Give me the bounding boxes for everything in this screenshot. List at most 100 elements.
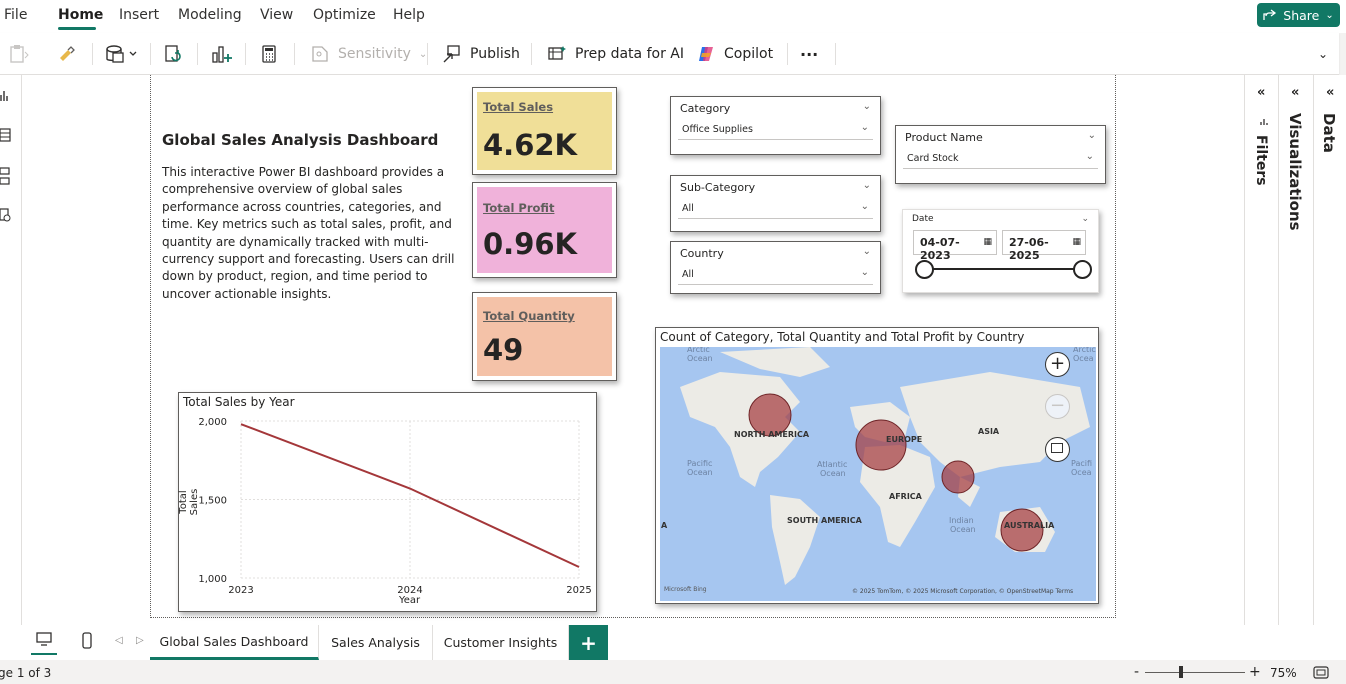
tab-customer-insights[interactable]: Customer Insights [433,625,569,660]
country-slicer[interactable]: Country ⌄ All ⌄ [670,241,881,294]
total-quantity-card[interactable]: Total Quantity 49 [472,292,617,381]
refresh-icon [165,45,181,62]
ribbon-divider [787,43,788,65]
map-label-atlantic: Atlantic Ocean [817,460,847,478]
copilot-button[interactable]: Copilot [696,33,773,75]
chevron-down-icon[interactable]: ⌄ [863,246,871,257]
category-dropdown[interactable]: Office Supplies ⌄ [678,120,873,140]
calendar-icon[interactable]: ▦ [983,237,992,247]
dropdown-value: All [682,203,694,214]
prev-page-icon[interactable]: ◁ [115,635,123,646]
paste-button[interactable] [8,33,30,75]
collapse-ribbon-button[interactable]: ⌄ [1318,33,1328,75]
product-name-dropdown[interactable]: Card Stock ⌄ [903,149,1098,169]
date-range-end-handle[interactable] [1073,260,1092,279]
map-bing-logo: Microsoft Bing [664,586,707,593]
dax-query-icon[interactable] [0,207,12,223]
country-map-visual[interactable]: Count of Category, Total Quantity and To… [655,327,1099,604]
map-label-pacific-left: Pacific Ocean [687,459,713,477]
mobile-icon[interactable] [80,632,94,650]
product-name-slicer[interactable]: Product Name ⌄ Card Stock ⌄ [895,125,1106,184]
map-label-edge-a: A [661,521,668,530]
zoom-level[interactable]: 75% [1270,666,1297,680]
map-select-button[interactable] [1045,437,1070,462]
subcategory-slicer[interactable]: Sub-Category ⌄ All ⌄ [670,175,881,232]
chevron-down-icon[interactable]: ⌄ [863,101,871,112]
date-range-start-handle[interactable] [915,260,934,279]
sensitivity-icon [312,46,328,62]
format-painter-button[interactable] [56,33,76,75]
menu-insert[interactable]: Insert [119,7,159,23]
desktop-view-button[interactable] [31,631,57,655]
model-view-icon[interactable] [0,167,12,185]
date-slicer[interactable]: Date ⌄ 04-07-2023 ▦ 27-06-2025 ▦ [902,209,1099,293]
add-page-button[interactable]: + [569,625,608,660]
ribbon-divider [197,43,198,65]
slicer-title: Category [680,102,731,115]
country-dropdown[interactable]: All ⌄ [678,265,873,285]
category-slicer[interactable]: Category ⌄ Office Supplies ⌄ [670,96,881,155]
slicer-title: Country [680,247,724,260]
copilot-icon [699,47,713,61]
share-button[interactable]: Share ⌄ [1257,3,1340,27]
report-view-icon[interactable] [0,87,12,103]
table-view-icon[interactable] [0,127,12,143]
chevron-down-icon[interactable]: ⌄ [1081,214,1089,224]
menu-optimize[interactable]: Optimize [313,7,376,23]
menu-help[interactable]: Help [393,7,425,23]
refresh-button[interactable] [163,33,183,75]
chevron-down-icon: ⌄ [1318,47,1329,61]
zoom-out-button[interactable]: − [1045,394,1070,419]
subcategory-dropdown[interactable]: All ⌄ [678,199,873,219]
map-bubble-europe [855,419,907,471]
new-visual-button[interactable] [211,33,233,75]
world-map[interactable]: Arctic Ocean Arctic Ocea NORTH AMERICA EUR… [660,347,1096,601]
menu-home[interactable]: Home [58,7,103,23]
publish-button[interactable]: Publish [442,33,520,75]
zoom-slider[interactable] [1145,672,1245,673]
prep-data-button[interactable]: Prep data for AI [547,33,684,75]
card-label: Total Sales [483,100,554,114]
tab-global-sales-dashboard[interactable]: Global Sales Dashboard [150,625,319,660]
end-date-input[interactable]: 27-06-2025 ▦ [1002,230,1086,262]
slicer-title: Product Name [905,131,983,144]
filters-pane-label: Filters [1253,135,1269,186]
calendar-icon[interactable]: ▦ [1072,237,1081,247]
zoom-in-control[interactable]: + [1249,664,1261,680]
total-sales-card[interactable]: Total Sales 4.62K [472,87,617,175]
data-pane[interactable]: « Data [1313,75,1346,625]
x-axis-title: Year [399,595,421,606]
format-painter-icon [60,46,75,61]
menu-modeling[interactable]: Modeling [178,7,242,23]
menu-file[interactable]: File [4,7,27,23]
chevron-down-icon: ⌄ [1325,9,1334,21]
prep-data-label: Prep data for AI [575,46,684,62]
filters-pane[interactable]: « Filters [1244,75,1278,625]
more-options-button[interactable]: ··· [800,33,818,75]
zoom-slider-thumb[interactable] [1179,666,1183,678]
tab-sales-analysis[interactable]: Sales Analysis [319,625,433,660]
date-range-track [925,268,1083,270]
select-icon [1051,443,1063,453]
total-profit-card[interactable]: Total Profit 0.96K [472,182,617,278]
sensitivity-button[interactable]: Sensitivity ⌄ [310,33,427,75]
map-bubble-asia [941,460,975,494]
active-tab-underline [58,27,96,30]
dashboard-title: Global Sales Analysis Dashboard [162,131,439,149]
fit-to-page-icon[interactable] [1313,666,1329,679]
chevrons-left-icon[interactable]: « [1291,85,1299,100]
sales-by-year-chart[interactable]: Total Sales by Year 2,000 1,500 1,000 2023 2… [178,392,597,612]
menu-view[interactable]: View [260,7,293,23]
zoom-in-button[interactable]: + [1045,352,1070,377]
x-tick-label: 2023 [228,585,253,596]
chevrons-left-icon[interactable]: « [1257,85,1265,100]
chevrons-left-icon[interactable]: « [1326,85,1334,100]
next-page-icon[interactable]: ▷ [136,635,144,646]
visualizations-pane[interactable]: « Visualizations [1278,75,1313,625]
chevron-down-icon[interactable]: ⌄ [1088,130,1096,141]
zoom-out-control[interactable]: - [1134,664,1139,680]
chevron-down-icon[interactable]: ⌄ [863,180,871,191]
start-date-input[interactable]: 04-07-2023 ▦ [913,230,997,262]
calculator-button[interactable] [260,33,278,75]
get-data-button[interactable] [104,33,138,75]
